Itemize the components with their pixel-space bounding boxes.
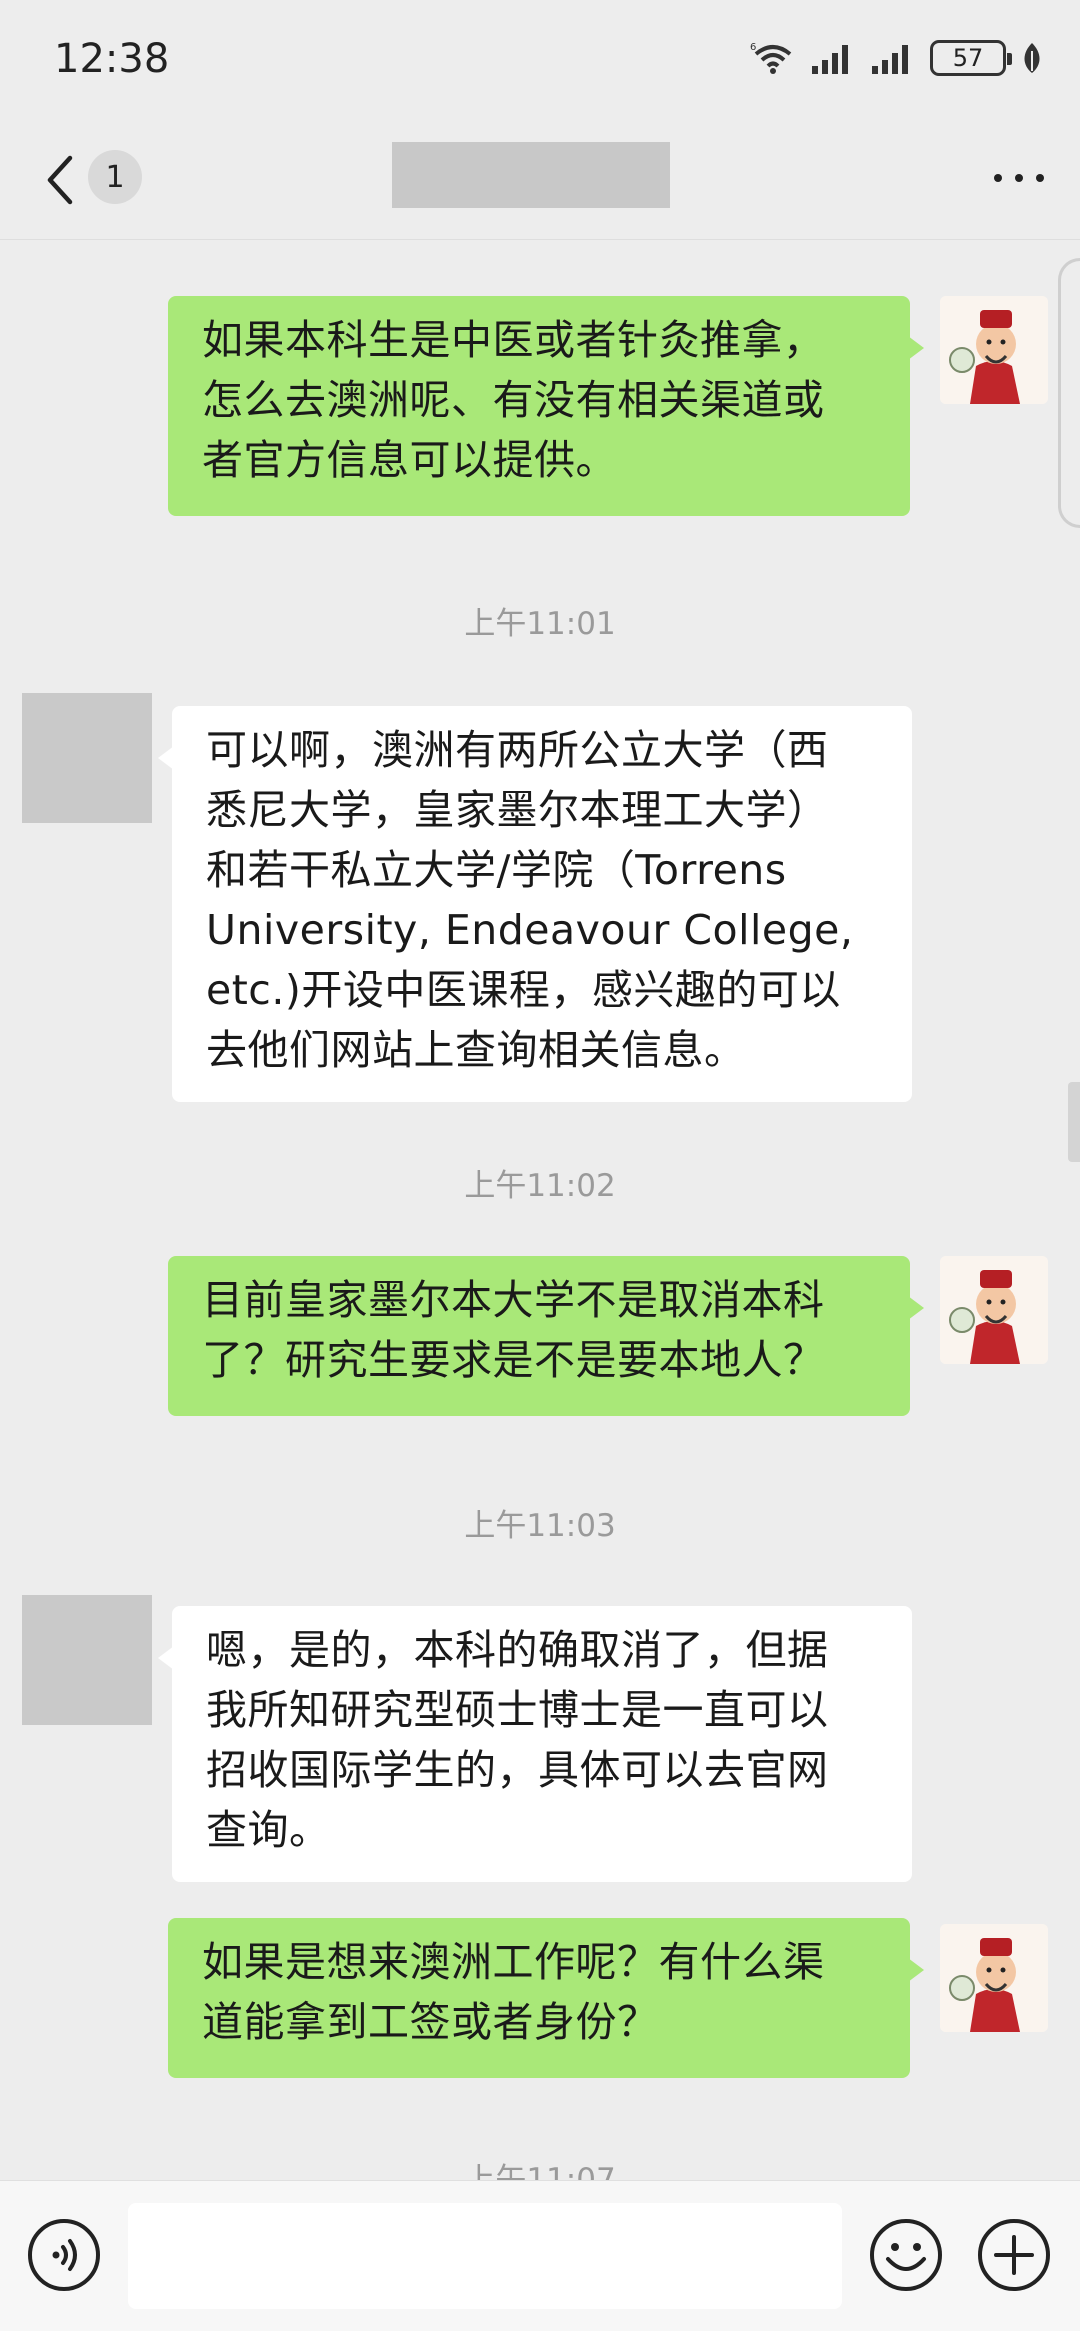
input-bar (0, 2180, 1080, 2331)
timestamp: 上午11:07 (0, 2154, 1080, 2180)
status-time: 12:38 (54, 36, 170, 82)
signal-icon (812, 45, 848, 74)
svg-text:6: 6 (750, 42, 756, 53)
avatar-cartoon-icon (940, 1256, 1048, 1364)
timestamp-text: 上午11:07 (464, 2162, 616, 2180)
more-icon[interactable] (994, 168, 1044, 188)
unread-count-badge[interactable]: 1 (88, 150, 142, 204)
status-bar: 12:38 6 57 (0, 0, 1080, 120)
my-avatar[interactable] (940, 1256, 1048, 1364)
timestamp: 上午11:03 (464, 1508, 616, 1544)
contact-message-bubble[interactable]: 可以啊，澳洲有两所公立大学（西 悉尼大学，皇家墨尔本理工大学） 和若干私立大学/… (158, 706, 912, 1102)
avatar-cartoon-icon (940, 1924, 1048, 2032)
timestamp: 上午11:02 (464, 1168, 616, 1204)
message-input[interactable] (128, 2203, 842, 2309)
my-message-bubble[interactable]: 如果本科生是中医或者针灸推拿， 怎么去澳洲呢、有没有相关渠道或 者官方信息可以提… (168, 296, 924, 516)
battery-level: 57 (952, 44, 984, 72)
avatar-cartoon-icon (940, 296, 1048, 404)
signal-icon (872, 45, 908, 74)
emoji-icon[interactable] (868, 2217, 944, 2293)
my-message-bubble[interactable]: 如果是想来澳洲工作呢？有什么渠 道能拿到工签或者身份？ (168, 1918, 924, 2078)
chat-title-redacted (392, 142, 670, 208)
back-chevron-icon[interactable] (40, 150, 80, 210)
my-avatar[interactable] (940, 296, 1048, 404)
wifi-icon: 6 (750, 42, 792, 74)
contact-avatar-redacted[interactable] (22, 693, 152, 823)
my-message-bubble[interactable]: 目前皇家墨尔本大学不是取消本科 了？研究生要求是不是要本地人？ (168, 1256, 924, 1416)
contact-avatar-redacted[interactable] (22, 1595, 152, 1725)
side-handle[interactable] (1058, 258, 1080, 528)
contact-message-bubble[interactable]: 嗯，是的，本科的确取消了，但据 我所知研究型硕士博士是一直可以 招收国际学生的，… (158, 1606, 912, 1882)
scroll-indicator[interactable] (1068, 1082, 1080, 1162)
voice-icon[interactable] (26, 2217, 102, 2293)
battery-icon: 57 (930, 40, 1012, 76)
leaf-icon (1024, 43, 1040, 73)
status-icons: 6 57 (750, 40, 1044, 76)
my-avatar[interactable] (940, 1924, 1048, 2032)
timestamp: 上午11:01 (464, 606, 616, 642)
plus-icon[interactable] (976, 2217, 1052, 2293)
chat-header: 1 (0, 120, 1080, 240)
